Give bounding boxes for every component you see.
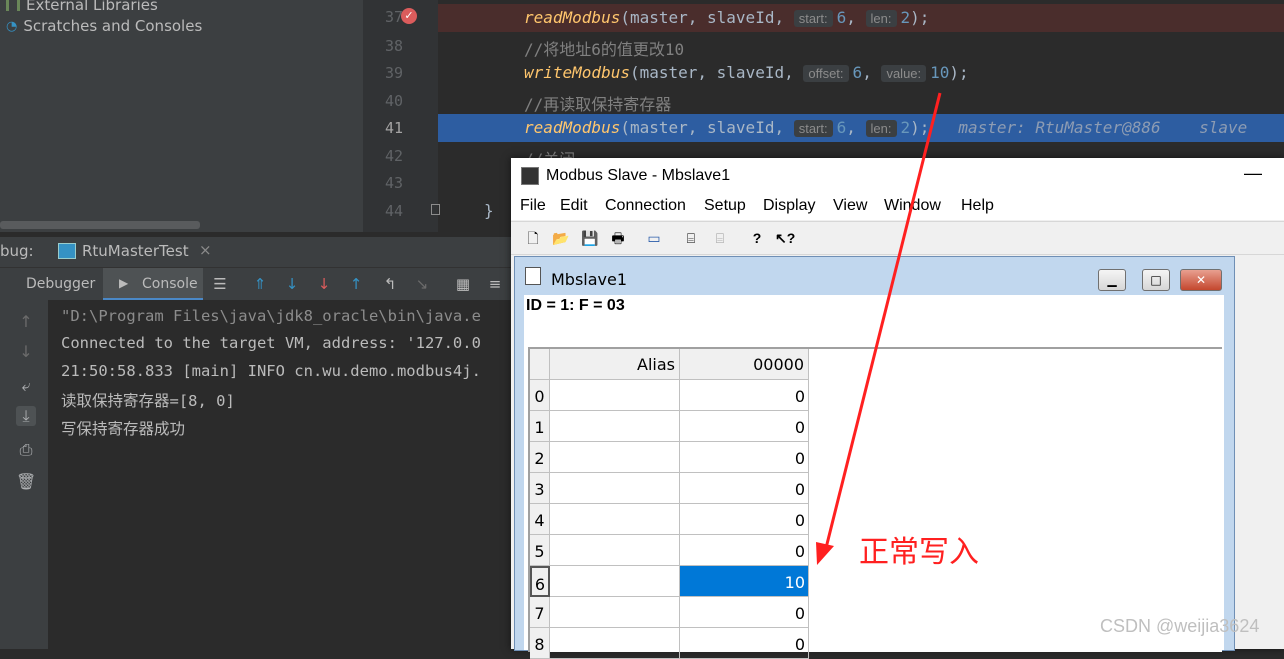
watermark: CSDN @weijia3624 xyxy=(1100,616,1260,636)
annotation-layer xyxy=(816,92,942,565)
annotation-arrow-line xyxy=(824,92,942,549)
annotation-arrow-head xyxy=(816,542,834,565)
annotation-text: 正常写入 xyxy=(859,535,979,570)
